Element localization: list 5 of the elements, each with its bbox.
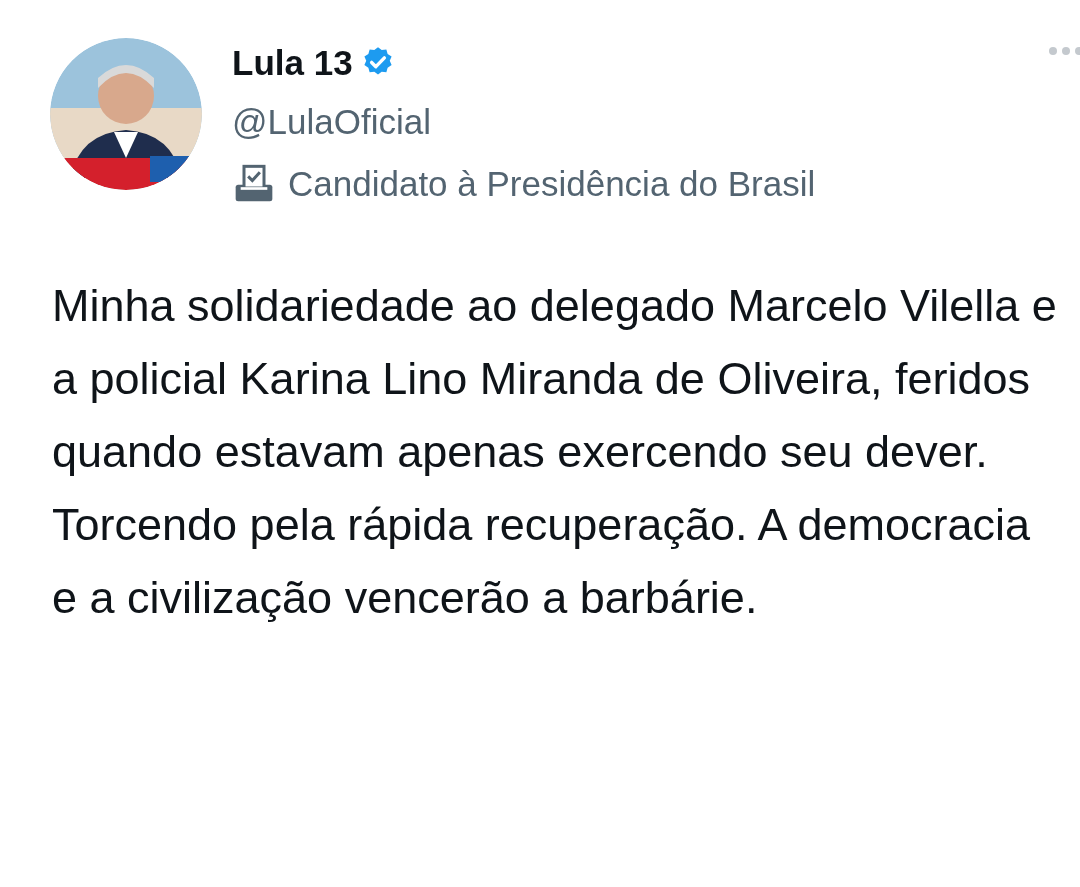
author-bio: Candidato à Presidência do Brasil (288, 165, 816, 201)
author-name[interactable]: Lula 13 (232, 44, 353, 80)
more-icon[interactable] (1048, 46, 1080, 56)
tweet-text: Minha solidariedade ao delegado Marcelo Vilella e a policial Karina Lino Miranda de Oliveira, feridos quando estavam apenas exercendo seu dever. Torcendo pela rápida recuperação. A democracia e a civilização vencerão a barbárie. (51, 279, 1058, 625)
author-handle[interactable]: @LulaOficial (232, 104, 816, 139)
